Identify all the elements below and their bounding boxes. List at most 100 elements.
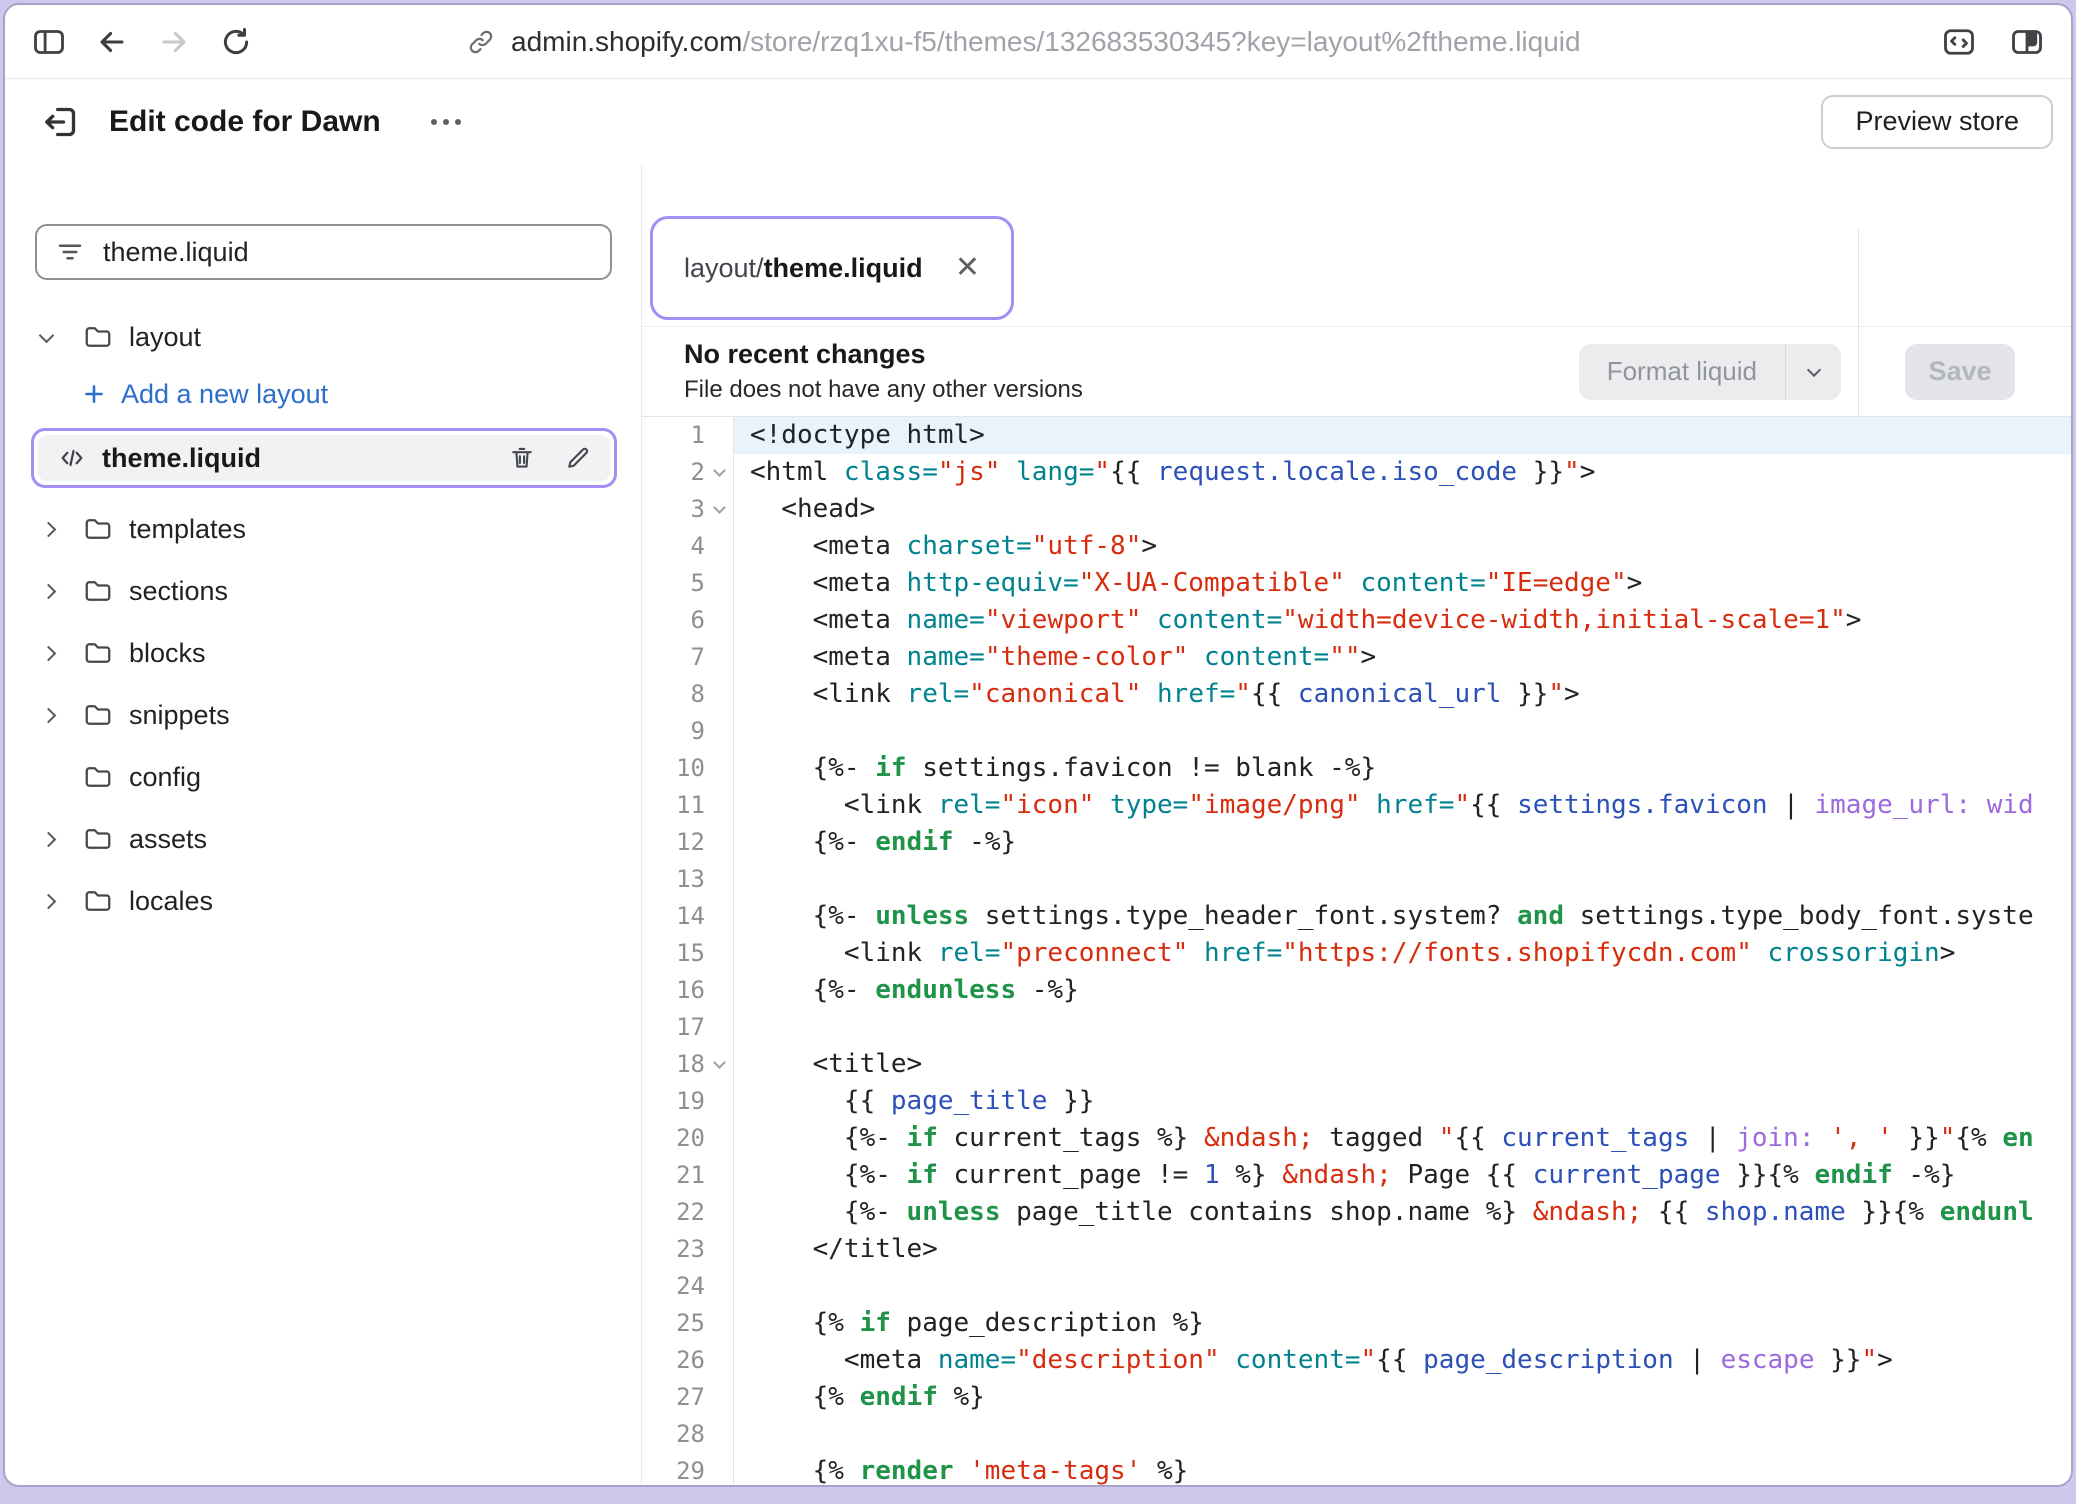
code-line[interactable]: 10 {%- if settings.favicon != blank -%} (642, 750, 2071, 787)
code-line[interactable]: 20 {%- if current_tags %} &ndash; tagged… (642, 1120, 2071, 1157)
code-text[interactable]: <meta http-equiv="X-UA-Compatible" conte… (734, 565, 2071, 602)
code-line[interactable]: 23 </title> (642, 1231, 2071, 1268)
address-bar[interactable]: admin.shopify.com/store/rzq1xu-f5/themes… (467, 26, 1581, 58)
sidebar-item-sections[interactable]: sections (5, 560, 641, 622)
code-text[interactable]: <meta charset="utf-8"> (734, 528, 2071, 565)
code-line[interactable]: 17 (642, 1009, 2071, 1046)
chevron-right-icon[interactable] (41, 583, 57, 599)
sidebar-item-locales[interactable]: locales (5, 870, 641, 932)
search-input[interactable] (103, 237, 592, 268)
code-text[interactable] (734, 861, 2071, 898)
code-text[interactable]: <html class="js" lang="{{ request.locale… (734, 454, 2071, 491)
chevron-right-icon[interactable] (41, 831, 57, 847)
sidebar-toggle-icon[interactable] (31, 24, 67, 60)
code-line[interactable]: 15 <link rel="preconnect" href="https://… (642, 935, 2071, 972)
code-line[interactable]: 29 {% render 'meta-tags' %} (642, 1453, 2071, 1485)
save-button[interactable]: Save (1905, 344, 2015, 400)
tab-switcher-icon[interactable] (1941, 24, 1977, 60)
fold-toggle-icon[interactable] (713, 501, 726, 514)
code-text[interactable]: </title> (734, 1231, 2071, 1268)
code-text[interactable]: <meta name="theme-color" content=""> (734, 639, 2071, 676)
code-text[interactable]: <link rel="icon" type="image/png" href="… (734, 787, 2071, 824)
code-line[interactable]: 12 {%- endif -%} (642, 824, 2071, 861)
code-text[interactable]: {%- unless page_title contains shop.name… (734, 1194, 2071, 1231)
code-line[interactable]: 7 <meta name="theme-color" content=""> (642, 639, 2071, 676)
code-text[interactable]: <link rel="canonical" href="{{ canonical… (734, 676, 2071, 713)
code-text[interactable]: <head> (734, 491, 2071, 528)
code-text[interactable]: {%- endif -%} (734, 824, 2071, 861)
code-line[interactable]: 4 <meta charset="utf-8"> (642, 528, 2071, 565)
file-search[interactable] (35, 224, 612, 280)
code-line[interactable]: 21 {%- if current_page != 1 %} &ndash; P… (642, 1157, 2071, 1194)
code-line[interactable]: 16 {%- endunless -%} (642, 972, 2071, 1009)
chevron-right-icon[interactable] (41, 645, 57, 661)
code-text[interactable] (734, 713, 2071, 750)
code-text[interactable]: <!doctype html> (734, 417, 2071, 454)
code-line[interactable]: 19 {{ page_title }} (642, 1083, 2071, 1120)
code-text[interactable]: {%- if current_tags %} &ndash; tagged "{… (734, 1120, 2071, 1157)
sidebar-item-layout[interactable]: layout (5, 306, 641, 368)
code-line[interactable]: 24 (642, 1268, 2071, 1305)
code-line[interactable]: 27 {% endif %} (642, 1379, 2071, 1416)
code-line[interactable]: 3 <head> (642, 491, 2071, 528)
filter-icon (55, 237, 85, 267)
fold-toggle-icon[interactable] (713, 464, 726, 477)
sidebar-item-theme-liquid[interactable]: theme.liquid (38, 435, 610, 481)
code-text[interactable]: {%- unless settings.type_header_font.sys… (734, 898, 2071, 935)
chevron-right-icon[interactable] (41, 521, 57, 537)
code-text[interactable]: {% endif %} (734, 1379, 2071, 1416)
code-line[interactable]: 25 {% if page_description %} (642, 1305, 2071, 1342)
code-line[interactable]: 13 (642, 861, 2071, 898)
code-text[interactable]: {%- endunless -%} (734, 972, 2071, 1009)
code-text[interactable]: {%- if settings.favicon != blank -%} (734, 750, 2071, 787)
code-text[interactable]: <link rel="preconnect" href="https://fon… (734, 935, 2071, 972)
back-arrow-icon[interactable] (95, 25, 129, 59)
code-line[interactable]: 22 {%- unless page_title contains shop.n… (642, 1194, 2071, 1231)
code-text[interactable]: <meta name="viewport" content="width=dev… (734, 602, 2071, 639)
preview-store-button[interactable]: Preview store (1821, 95, 2053, 149)
close-tab-icon[interactable]: ✕ (955, 253, 980, 283)
sidebar-item-assets[interactable]: assets (5, 808, 641, 870)
code-text[interactable] (734, 1416, 2071, 1453)
sidebar-item-snippets[interactable]: snippets (5, 684, 641, 746)
tab-theme-liquid[interactable]: layout/theme.liquid ✕ (658, 224, 1006, 312)
code-line[interactable]: 14 {%- unless settings.type_header_font.… (642, 898, 2071, 935)
exit-editor-icon[interactable] (41, 102, 81, 142)
sidebar-item-blocks[interactable]: blocks (5, 622, 641, 684)
sidebar-item-config[interactable]: config (5, 746, 641, 808)
code-editor[interactable]: 1<!doctype html>2<html class="js" lang="… (642, 417, 2071, 1485)
forward-arrow-icon[interactable] (157, 25, 191, 59)
format-liquid-button[interactable]: Format liquid (1579, 344, 1841, 400)
split-view-icon[interactable] (2009, 24, 2045, 60)
rename-file-icon[interactable] (564, 444, 592, 472)
code-text[interactable]: {% if page_description %} (734, 1305, 2071, 1342)
more-actions-icon[interactable] (421, 109, 471, 135)
code-line[interactable]: 11 <link rel="icon" type="image/png" hre… (642, 787, 2071, 824)
code-line[interactable]: 28 (642, 1416, 2071, 1453)
code-line[interactable]: 5 <meta http-equiv="X-UA-Compatible" con… (642, 565, 2071, 602)
chevron-right-icon[interactable] (41, 893, 57, 909)
format-options-dropdown[interactable] (1785, 344, 1841, 400)
reload-icon[interactable] (219, 25, 253, 59)
code-text[interactable]: <title> (734, 1046, 2071, 1083)
fold-toggle-icon[interactable] (713, 1056, 726, 1069)
code-line[interactable]: 8 <link rel="canonical" href="{{ canonic… (642, 676, 2071, 713)
folder-icon (83, 824, 113, 854)
code-text[interactable]: {% render 'meta-tags' %} (734, 1453, 2071, 1485)
code-line[interactable]: 18 <title> (642, 1046, 2071, 1083)
code-text[interactable]: {%- if current_page != 1 %} &ndash; Page… (734, 1157, 2071, 1194)
code-line[interactable]: 9 (642, 713, 2071, 750)
sidebar-item-templates[interactable]: templates (5, 498, 641, 560)
code-text[interactable]: <meta name="description" content="{{ pag… (734, 1342, 2071, 1379)
code-text[interactable] (734, 1268, 2071, 1305)
code-line[interactable]: 26 <meta name="description" content="{{ … (642, 1342, 2071, 1379)
code-line[interactable]: 6 <meta name="viewport" content="width=d… (642, 602, 2071, 639)
chevron-down-icon[interactable] (39, 327, 55, 343)
delete-file-icon[interactable] (508, 444, 536, 472)
code-text[interactable]: {{ page_title }} (734, 1083, 2071, 1120)
chevron-right-icon[interactable] (41, 707, 57, 723)
code-text[interactable] (734, 1009, 2071, 1046)
add-new-layout-button[interactable]: Add a new layout (5, 368, 641, 420)
code-line[interactable]: 1<!doctype html> (642, 417, 2071, 454)
code-line[interactable]: 2<html class="js" lang="{{ request.local… (642, 454, 2071, 491)
